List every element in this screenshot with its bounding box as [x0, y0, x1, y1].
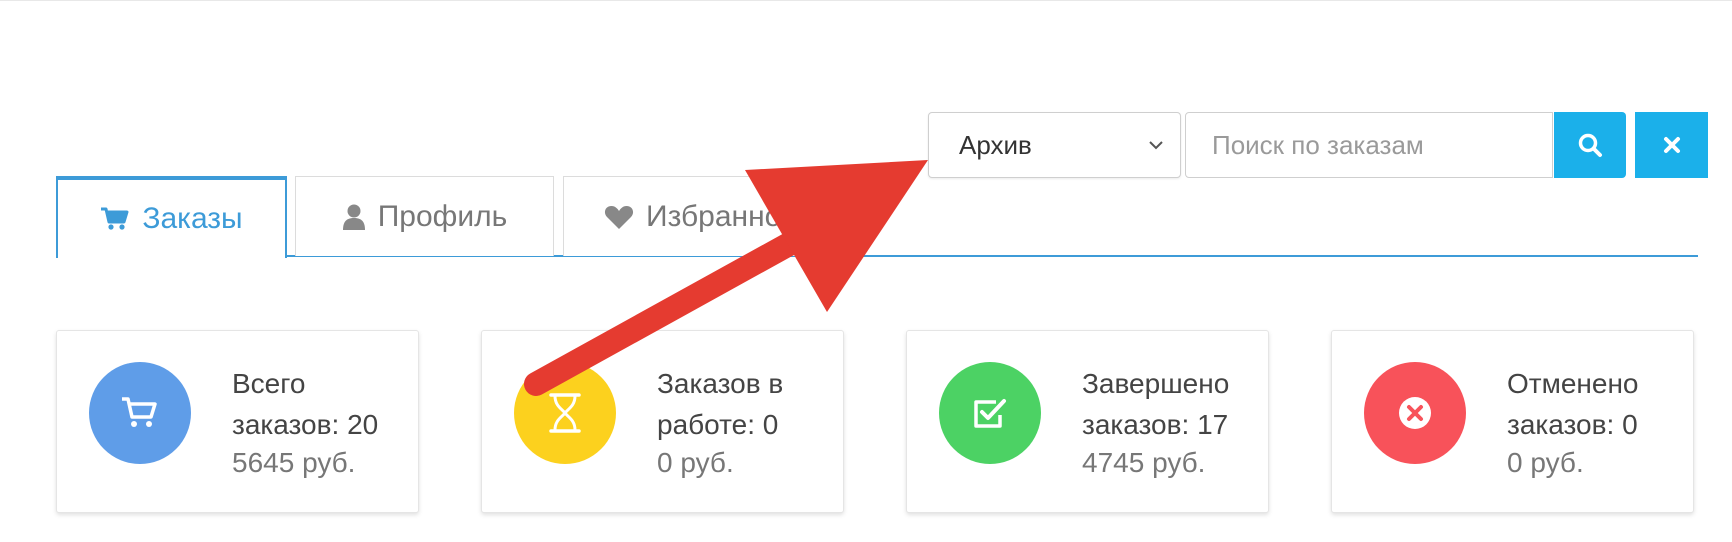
check-square-icon	[974, 399, 1006, 428]
stat-card-in-progress: Заказов в работе: 0 0 руб.	[481, 330, 844, 513]
tab-profile-label: Профиль	[377, 199, 508, 233]
clear-search-button[interactable]	[1635, 112, 1708, 178]
cart-icon	[122, 397, 157, 427]
stat-in-progress-circle	[514, 362, 616, 464]
archive-filter-value: Архив	[959, 129, 1032, 160]
tab-favorites[interactable]: Избранное	[563, 176, 813, 256]
heart-icon	[604, 205, 634, 229]
stat-completed-circle	[939, 362, 1041, 464]
stat-card-total: Всего заказов: 20 5645 руб.	[56, 330, 419, 513]
chevron-down-icon	[1149, 141, 1163, 150]
user-icon	[342, 204, 365, 230]
tab-orders-label: Заказы	[142, 202, 243, 235]
tab-favorites-label: Избранное	[646, 199, 799, 233]
tab-orders[interactable]: Заказы	[56, 176, 287, 258]
stat-cancelled-title: Отменено заказов: 0	[1507, 368, 1639, 440]
stat-total-title: Всего заказов: 20	[232, 368, 379, 440]
archive-filter-select[interactable]: Архив	[928, 112, 1181, 178]
stat-completed-title: Завершено заказов: 17	[1082, 368, 1230, 440]
orders-page: Архив Заказы Профиль	[0, 0, 1732, 542]
cart-icon	[101, 207, 129, 230]
stat-total-circle	[89, 362, 191, 464]
stat-in-progress-sum: 0 руб.	[657, 447, 734, 478]
stat-in-progress-title: Заказов в работе: 0	[657, 368, 784, 440]
stat-cancelled-circle	[1364, 362, 1466, 464]
top-divider	[0, 0, 1732, 1]
hourglass-icon	[549, 393, 581, 433]
close-icon	[1663, 137, 1680, 153]
stat-cancelled-sum: 0 руб.	[1507, 447, 1584, 478]
x-circle-icon	[1399, 397, 1431, 429]
stat-card-cancelled: Отменено заказов: 0 0 руб.	[1331, 330, 1694, 513]
stat-completed-sum: 4745 руб.	[1082, 447, 1206, 478]
tab-profile[interactable]: Профиль	[295, 176, 554, 256]
search-button[interactable]	[1554, 112, 1626, 178]
stat-total-sum: 5645 руб.	[232, 447, 356, 478]
order-search-input[interactable]	[1185, 112, 1553, 178]
stat-card-completed: Завершено заказов: 17 4745 руб.	[906, 330, 1269, 513]
search-icon	[1578, 133, 1602, 157]
